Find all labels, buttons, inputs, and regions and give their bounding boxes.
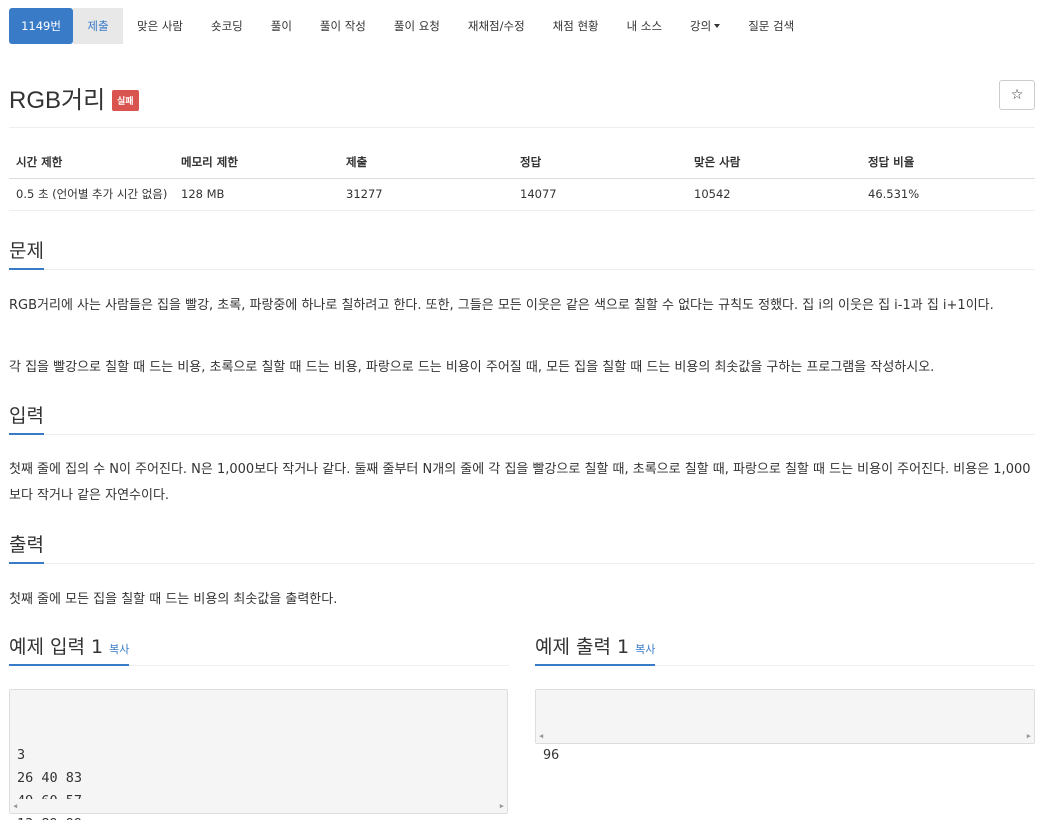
value-submissions: 31277 [339, 178, 513, 211]
sample-output-text: 96 [543, 747, 560, 763]
nav-short-coding[interactable]: 숏코딩 [197, 8, 257, 44]
value-accept-ratio: 46.531% [861, 178, 1035, 211]
copy-input-link[interactable]: 복사 [109, 643, 129, 656]
page-title: RGB거리 [9, 87, 106, 114]
sample-output-box[interactable]: 96 ◀ ▶ [535, 689, 1035, 763]
problem-info-table: 시간 제한 메모리 제한 제출 정답 맞은 사람 정답 비율 0.5 초 (언어… [9, 146, 1035, 211]
problem-nav: 1149번 제출 맞은 사람 숏코딩 풀이 풀이 작성 풀이 요청 재채점/수정… [9, 8, 808, 44]
sample-input-heading: 예제 입력 1 복사 [9, 632, 130, 666]
header-accepted: 정답 [513, 146, 687, 179]
scroll-right-icon[interactable]: ▶ [500, 795, 504, 818]
value-memory-limit: 128 MB [174, 178, 339, 211]
nav-problem-number[interactable]: 1149번 [9, 8, 73, 44]
table-header-row: 시간 제한 메모리 제한 제출 정답 맞은 사람 정답 비율 [9, 146, 1035, 179]
sample-output-heading: 예제 출력 1 복사 [535, 632, 656, 666]
scroll-right-icon[interactable]: ▶ [1027, 725, 1031, 748]
header-accepted-users: 맞은 사람 [687, 146, 861, 179]
output-section-header: 출력 [9, 530, 1035, 564]
sample-output-header: 예제 출력 1 복사 [535, 632, 1035, 666]
problem-title-row: RGB거리 실패 ☆ [9, 80, 1035, 128]
status-badge: 실패 [112, 90, 139, 111]
output-heading: 출력 [9, 530, 44, 564]
output-description: 첫째 줄에 모든 집을 칠할 때 드는 비용의 최솟값을 출력한다. [9, 592, 338, 607]
scroll-left-icon[interactable]: ◀ [13, 795, 17, 818]
problem-section-header: 문제 [9, 236, 1035, 270]
horizontal-scrollbar[interactable]: ◀ ▶ [10, 799, 507, 813]
problem-description-2: 각 집을 빨강으로 칠할 때 드는 비용, 초록으로 칠할 때 드는 비용, 파… [9, 360, 935, 375]
input-heading: 입력 [9, 401, 44, 435]
sample-input-box[interactable]: 3 26 40 83 49 60 57 13 89 99 ◀ ▶ [9, 689, 508, 820]
star-button[interactable]: ☆ [999, 80, 1035, 110]
nav-my-source[interactable]: 내 소스 [613, 8, 676, 44]
header-time-limit: 시간 제한 [9, 146, 174, 179]
value-time-limit: 0.5 초 (언어별 추가 시간 없음) [9, 178, 174, 211]
nav-rejudge[interactable]: 재채점/수정 [454, 8, 539, 44]
nav-accepted-users[interactable]: 맞은 사람 [123, 8, 197, 44]
sample-input-title: 예제 입력 1 [9, 636, 104, 658]
header-memory-limit: 메모리 제한 [174, 146, 339, 179]
table-row: 0.5 초 (언어별 추가 시간 없음) 128 MB 31277 14077 … [9, 178, 1035, 211]
scroll-left-icon[interactable]: ◀ [539, 725, 543, 748]
problem-description-1: RGB거리에 사는 사람들은 집을 빨강, 초록, 파랑중에 하나로 칠하려고 … [9, 298, 994, 313]
value-accepted: 14077 [513, 178, 687, 211]
input-description: 첫째 줄에 집의 수 N이 주어진다. N은 1,000보다 작거나 같다. 둘… [9, 462, 1031, 503]
horizontal-scrollbar[interactable]: ◀ ▶ [536, 729, 1034, 743]
header-accept-ratio: 정답 비율 [861, 146, 1035, 179]
nav-write-solution[interactable]: 풀이 작성 [306, 8, 380, 44]
input-section-header: 입력 [9, 401, 1035, 435]
nav-status[interactable]: 채점 현황 [539, 8, 613, 44]
problem-heading: 문제 [9, 236, 44, 270]
value-accepted-users: 10542 [687, 178, 861, 211]
star-icon: ☆ [1010, 87, 1024, 103]
nav-lecture-dropdown[interactable]: 강의 [676, 8, 734, 44]
nav-solutions[interactable]: 풀이 [257, 8, 306, 44]
nav-question-search[interactable]: 질문 검색 [734, 8, 808, 44]
caret-down-icon [714, 24, 721, 28]
nav-lecture-label: 강의 [690, 19, 712, 33]
nav-submit[interactable]: 제출 [73, 8, 123, 44]
sample-output-title: 예제 출력 1 [535, 636, 630, 658]
copy-output-link[interactable]: 복사 [635, 643, 655, 656]
header-submissions: 제출 [339, 146, 513, 179]
nav-request-solution[interactable]: 풀이 요청 [380, 8, 454, 44]
sample-input-header: 예제 입력 1 복사 [9, 632, 509, 666]
